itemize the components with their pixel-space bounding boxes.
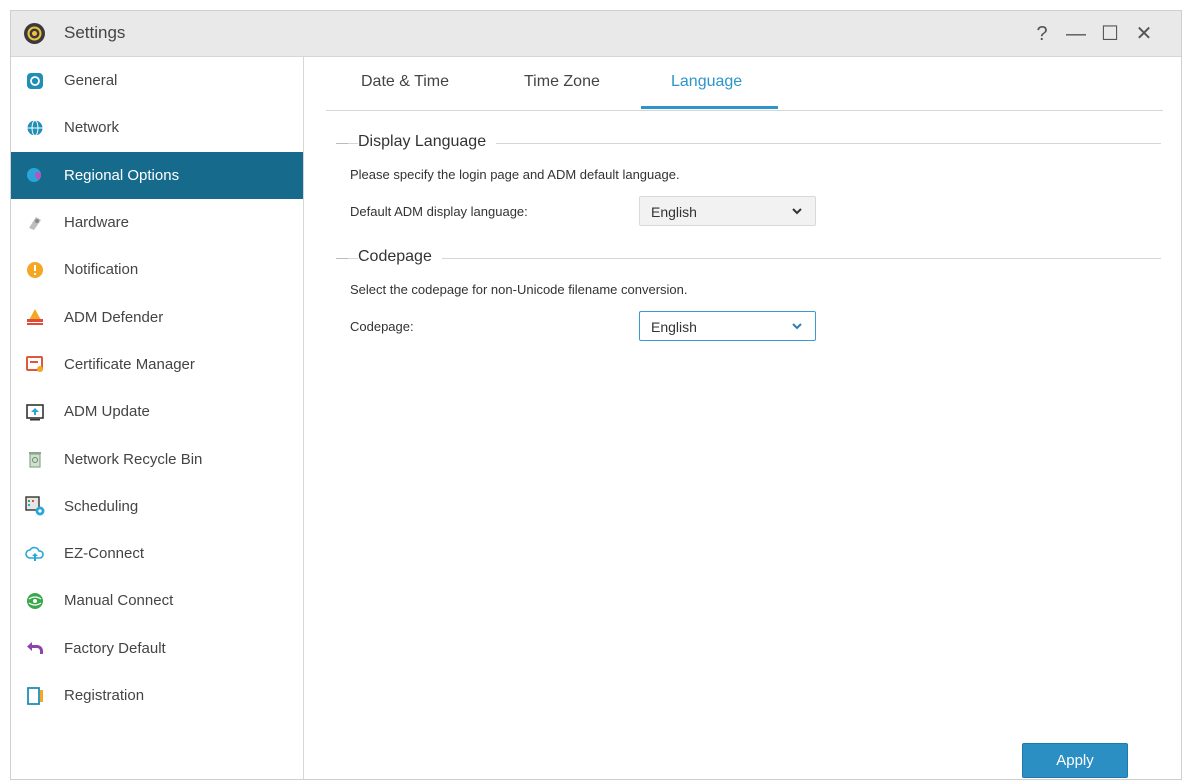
general-icon (25, 71, 45, 91)
settings-window: Settings ? — ☐ ✕ General Network Regiona… (10, 10, 1182, 780)
sidebar-item-label: Regional Options (64, 166, 180, 184)
display-language-description: Please specify the login page and ADM de… (350, 167, 680, 182)
defender-icon (25, 307, 45, 327)
sidebar-item-network-recycle-bin[interactable]: Network Recycle Bin (11, 435, 303, 482)
sidebar-item-certificate-manager[interactable]: Certificate Manager (11, 341, 303, 388)
codepage-select[interactable]: English (639, 311, 816, 341)
scheduling-icon (25, 496, 45, 516)
cloud-icon (25, 544, 45, 564)
sidebar-item-general[interactable]: General (11, 57, 303, 104)
notification-icon (25, 260, 45, 280)
sidebar-item-label: Notification (64, 261, 139, 279)
sidebar: General Network Regional Options Hardwar… (11, 57, 304, 779)
sidebar-item-regional-options[interactable]: Regional Options (11, 151, 303, 199)
codepage-description: Select the codepage for non-Unicode file… (350, 282, 688, 297)
apply-button[interactable]: Apply (1022, 743, 1128, 778)
chevron-down-icon (791, 204, 803, 223)
sidebar-item-label: Network Recycle Bin (64, 450, 203, 468)
sidebar-item-network[interactable]: Network (11, 104, 303, 151)
tab-time-zone[interactable]: Time Zone (524, 73, 600, 91)
update-icon (25, 402, 45, 422)
sidebar-item-label: Registration (64, 687, 145, 704)
window-title: Settings (64, 23, 126, 42)
codepage-label: Codepage: (350, 319, 414, 334)
undo-icon (25, 638, 45, 658)
tab-language[interactable]: Language (671, 73, 742, 91)
display-language-select[interactable]: English (639, 196, 816, 226)
section-title: Codepage (358, 248, 442, 266)
sidebar-item-label: Scheduling (64, 497, 139, 515)
display-language-section: Display Language (336, 133, 1161, 153)
tab-bar: Date & Time Time Zone Language (326, 57, 1163, 111)
registration-icon (25, 686, 45, 706)
active-tab-indicator (641, 106, 778, 109)
recycle-bin-icon (25, 449, 45, 469)
sidebar-item-label: Hardware (64, 214, 130, 232)
sidebar-item-hardware[interactable]: Hardware (11, 199, 303, 246)
title-bar[interactable]: Settings ? — ☐ ✕ (11, 11, 1181, 57)
sidebar-item-label: Factory Default (64, 639, 166, 657)
tab-date-time[interactable]: Date & Time (361, 73, 449, 91)
sidebar-item-ez-connect[interactable]: EZ-Connect (11, 530, 303, 577)
sidebar-item-label: Network (64, 119, 120, 137)
maximize-button[interactable]: ☐ (1096, 20, 1124, 48)
sidebar-item-label: Certificate Manager (64, 355, 195, 373)
manual-connect-icon (25, 591, 45, 611)
sidebar-item-factory-default[interactable]: Factory Default (11, 625, 303, 672)
certificate-icon (25, 354, 45, 374)
main-panel: Date & Time Time Zone Language Display L… (304, 57, 1181, 779)
section-title: Display Language (358, 133, 497, 151)
globe-icon (25, 118, 45, 138)
sidebar-item-label: ADM Defender (64, 308, 164, 326)
display-language-value: English (651, 204, 697, 220)
sidebar-item-label: ADM Update (64, 403, 150, 421)
sidebar-item-label: Manual Connect (64, 592, 174, 610)
sidebar-item-label: General (64, 72, 118, 90)
sidebar-item-scheduling[interactable]: Scheduling (11, 483, 303, 530)
hardware-icon (25, 213, 45, 233)
sidebar-item-notification[interactable]: Notification (11, 246, 303, 293)
close-button[interactable]: ✕ (1130, 20, 1158, 48)
regional-icon (25, 165, 45, 185)
chevron-down-icon (791, 319, 803, 338)
sidebar-item-adm-update[interactable]: ADM Update (11, 388, 303, 435)
sidebar-item-registration[interactable]: Registration (11, 672, 303, 719)
help-button[interactable]: ? (1028, 20, 1056, 48)
sidebar-item-manual-connect[interactable]: Manual Connect (11, 577, 303, 624)
settings-gear-icon (24, 23, 45, 44)
minimize-button[interactable]: — (1062, 20, 1090, 48)
display-language-label: Default ADM display language: (350, 204, 528, 219)
codepage-value: English (651, 319, 697, 335)
sidebar-item-label: EZ-Connect (64, 545, 145, 563)
sidebar-item-adm-defender[interactable]: ADM Defender (11, 293, 303, 340)
codepage-section: Codepage (336, 248, 1161, 268)
